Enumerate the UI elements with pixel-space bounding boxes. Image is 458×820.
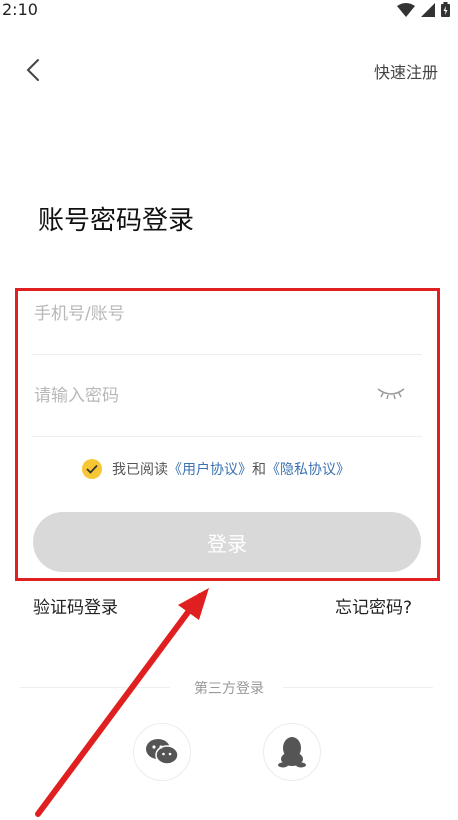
wechat-login-button[interactable] [133, 723, 191, 781]
quick-register-link[interactable]: 快速注册 [374, 59, 438, 83]
status-time: 2:10 [2, 0, 38, 19]
forgot-password-link[interactable]: 忘记密码? [335, 593, 412, 618]
signal-icon [421, 2, 435, 17]
sms-login-link[interactable]: 验证码登录 [33, 593, 118, 618]
qq-login-button[interactable] [263, 723, 321, 781]
wifi-icon [397, 2, 415, 17]
highlight-frame [15, 288, 440, 581]
third-party-label: 第三方登录 [194, 681, 264, 697]
back-button[interactable] [18, 55, 48, 85]
battery-icon [441, 2, 450, 17]
chevron-left-icon [26, 59, 39, 81]
page-title: 账号密码登录 [38, 206, 195, 236]
qq-icon [278, 737, 306, 768]
status-icons [397, 2, 450, 17]
wechat-icon [146, 739, 179, 765]
